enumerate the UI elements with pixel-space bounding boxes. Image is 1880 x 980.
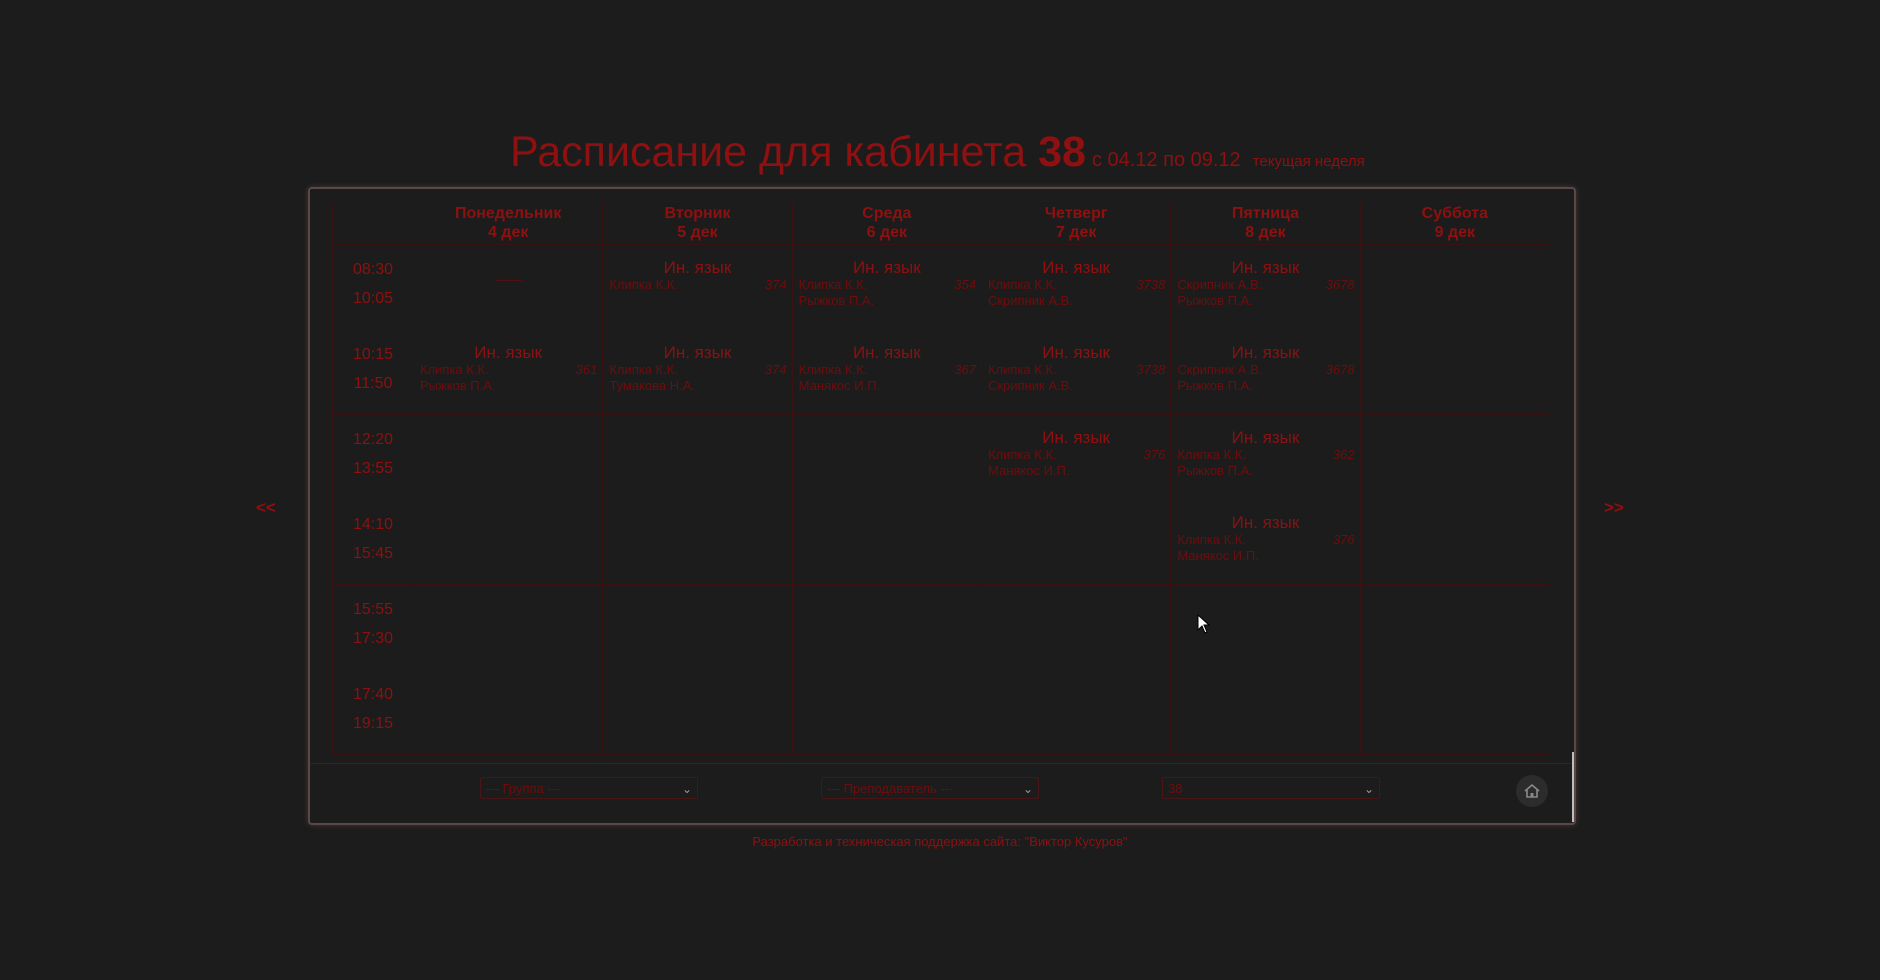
chevron-down-icon: ⌄ <box>1363 782 1374 796</box>
lesson-cell-empty <box>1359 584 1551 670</box>
lesson-cell-empty <box>1170 669 1361 755</box>
time-cell: 15:55-17:30 <box>332 584 414 670</box>
lesson-cell-empty <box>1359 669 1551 755</box>
filter-divider <box>310 763 1574 764</box>
mouse-cursor-icon <box>1197 614 1211 634</box>
lesson-cell-empty <box>412 669 604 755</box>
home-icon <box>1524 783 1540 798</box>
teacher-select[interactable]: --- Преподаватель --- ⌄ <box>821 777 1039 799</box>
lesson-cell-empty <box>1359 414 1551 500</box>
time-cell: 14:10-15:45 <box>332 499 414 585</box>
header-day-fri: Пятница 8 дек <box>1170 201 1361 245</box>
time-cell: 08:30-10:05 <box>332 244 414 330</box>
table-row: 10:15-11:50 Ин. язык Клипка К.К. 361 Рыжк… <box>332 329 1551 415</box>
lesson-cell-empty <box>412 584 604 670</box>
time-cell: 17:40-19:15 <box>332 669 414 755</box>
lesson-cell: Ин. язык Клипка К.К. 361 Рыжков П.А. <box>412 329 604 415</box>
lesson-cell-empty <box>1359 329 1551 415</box>
lesson-cell-empty <box>602 414 793 500</box>
home-button[interactable] <box>1516 775 1548 807</box>
lesson-cell-empty <box>412 499 604 585</box>
header-day-tue: Вторник 5 дек <box>602 201 793 245</box>
lesson-cell-empty <box>980 499 1172 585</box>
title-week-label: текущая неделя <box>1252 153 1365 170</box>
lesson-cell: Ин. язык Клипка К.К. 354 Рыжков П.А. <box>791 244 982 330</box>
lesson-cell-empty <box>980 669 1172 755</box>
lesson-cell-empty <box>791 584 982 670</box>
title-date-range: с 04.12 по 09.12 <box>1091 149 1241 171</box>
lesson-cell-empty <box>1359 499 1551 585</box>
lesson-cell-empty <box>980 584 1172 670</box>
header-time <box>332 201 414 245</box>
header-day-mon: Понедельник 4 дек <box>412 201 604 245</box>
lesson-cell: Ин. язык Клипка К.К. 374 <box>602 244 793 330</box>
next-week-link[interactable]: >> <box>1604 498 1624 518</box>
lesson-cell-empty <box>602 499 793 585</box>
lesson-cell-empty <box>791 414 982 500</box>
empty-marker: —— <box>495 271 522 287</box>
lesson-cell-empty: —— <box>412 244 604 330</box>
title-room-number: 38 <box>1038 128 1086 176</box>
lesson-cell-empty <box>1359 244 1551 330</box>
lesson-cell: Ин. язык Клипка К.К. 3738 Скрипник А.В. <box>980 244 1172 330</box>
schedule-panel: Понедельник 4 дек Вторник 5 дек Среда 6 дек… <box>308 187 1576 825</box>
table-row: 12:20-13:55 Ин. язык Клипка К.К. 376 Маня… <box>332 414 1551 500</box>
header-day-thu: Четверг 7 дек <box>980 201 1172 245</box>
table-header-row: Понедельник 4 дек Вторник 5 дек Среда 6 дек… <box>332 201 1551 245</box>
lesson-cell-empty <box>791 499 982 585</box>
lesson-cell: Ин. язык Клипка К.К. 374 Тумакова Н.А. <box>602 329 793 415</box>
group-select[interactable]: --- Группа --- ⌄ <box>480 777 698 799</box>
header-day-wed: Среда 6 дек <box>791 201 982 245</box>
lesson-cell: Ин. язык Клипка К.К. 362 Рыжков П.А. <box>1170 414 1361 500</box>
lesson-cell: Ин. язык Скрипник А.В. 3678 Рыжков П.А. <box>1170 244 1361 330</box>
schedule-table: Понедельник 4 дек Вторник 5 дек Среда 6 дек… <box>332 201 1551 755</box>
lesson-cell-empty <box>602 669 793 755</box>
lesson-cell: Ин. язык Клипка К.К. 3738 Скрипник А.В. <box>980 329 1172 415</box>
lesson-cell-empty <box>602 584 793 670</box>
footer-credits: Разработка и техническая поддержка сайта… <box>752 834 1128 849</box>
room-select[interactable]: 38 ⌄ <box>1162 777 1380 799</box>
chevron-down-icon: ⌄ <box>681 782 692 796</box>
table-row: 08:30-10:05 —— Ин. язык Клипка К.К. 374 И… <box>332 244 1551 330</box>
table-row: 17:40-19:15 <box>332 669 1551 755</box>
lesson-cell-empty <box>791 669 982 755</box>
lesson-cell: Ин. язык Скрипник А.В. 3678 Рыжков П.А. <box>1170 329 1361 415</box>
chevron-down-icon: ⌄ <box>1022 782 1033 796</box>
prev-week-link[interactable]: << <box>256 498 276 518</box>
lesson-cell: Ин. язык Клипка К.К. 376 Манякос И.П. <box>1170 499 1361 585</box>
title-main: Расписание для кабинета <box>510 128 1027 176</box>
table-row: 14:10-15:45 Ин. язык Клипка К.К. 376 Маня… <box>332 499 1551 585</box>
header-day-sat: Суббота 9 дек <box>1359 201 1551 245</box>
page-title: Расписание для кабинета 38 с 04.12 по 09… <box>510 128 1365 177</box>
panel-edge-highlight <box>1572 752 1574 822</box>
time-cell: 10:15-11:50 <box>332 329 414 415</box>
time-cell: 12:20-13:55 <box>332 414 414 500</box>
table-row: 15:55-17:30 <box>332 584 1551 670</box>
lesson-cell: Ин. язык Клипка К.К. 376 Манякос И.П. <box>980 414 1172 500</box>
lesson-cell: Ин. язык Клипка К.К. 367 Манякос И.П. <box>791 329 982 415</box>
lesson-cell-empty <box>412 414 604 500</box>
